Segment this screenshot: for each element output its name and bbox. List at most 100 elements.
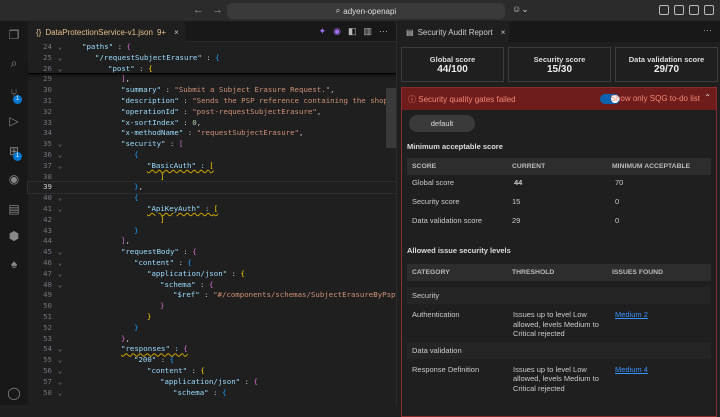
code-line[interactable]: 41 ⌄ "ApiKeyAuth" : [: [28, 204, 396, 215]
command-center-search[interactable]: ⌕ adyen-openapi: [227, 3, 505, 19]
code-line[interactable]: 30 "summary" : "Submit a Subject Erasure …: [28, 85, 396, 96]
line-number: 56: [43, 365, 52, 375]
code-line[interactable]: 31 "description" : "Sends the PSP referen…: [28, 96, 401, 107]
token: ,: [316, 106, 322, 116]
explorer-icon[interactable]: ❐: [7, 28, 21, 42]
more-actions-icon[interactable]: ···: [379, 26, 388, 37]
code-line[interactable]: 25 ⌄ "/requestSubjectErasure" : {: [28, 53, 396, 64]
code-line[interactable]: 29],: [28, 74, 396, 85]
fold-chevron-icon[interactable]: ⌄: [58, 388, 62, 399]
code-line[interactable]: 42]: [28, 215, 396, 226]
fold-chevron-icon[interactable]: ⌄: [58, 366, 62, 377]
tab-label: DataProtectionService-v1.json: [45, 27, 153, 37]
tab-security-audit-report[interactable]: ▤ Security Audit Report ×: [397, 22, 509, 42]
code-line[interactable]: 36 ⌄ {: [28, 150, 396, 161]
issues-link[interactable]: Medium 4: [615, 365, 648, 374]
customize-layout-icon[interactable]: [659, 5, 669, 15]
token: "schema": [160, 279, 196, 289]
fold-chevron-icon[interactable]: ⌄: [58, 150, 62, 161]
code-line[interactable]: 58 ⌄ "schema" : {: [28, 388, 396, 399]
code-text: "paths" : {: [82, 42, 131, 53]
default-button[interactable]: default: [409, 115, 475, 132]
chevron-up-icon[interactable]: ⌃: [704, 93, 711, 102]
code-line[interactable]: 39},: [27, 181, 397, 195]
search-icon[interactable]: ⌕: [7, 56, 21, 70]
code-line[interactable]: 48 ⌄ "schema" : {: [28, 280, 396, 291]
code-line[interactable]: 38]: [28, 172, 396, 183]
github-icon[interactable]: ◉: [7, 172, 21, 186]
fold-chevron-icon[interactable]: ⌄: [58, 139, 62, 150]
toggle-panel-icon[interactable]: [689, 5, 699, 15]
code-line[interactable]: 53},: [28, 334, 396, 345]
code-line[interactable]: 34 "x-methodName" : "requestSubjectErasur…: [28, 128, 396, 139]
code-line[interactable]: 45 ⌄ "requestBody" : {: [28, 247, 396, 258]
code-line[interactable]: 47 ⌄ "application/json" : {: [28, 269, 396, 280]
card-value: 29/70: [653, 64, 680, 75]
token: ,: [125, 333, 130, 343]
fold-chevron-icon[interactable]: ⌄: [58, 355, 62, 366]
code-line[interactable]: 26 ⌄ "post" : {: [28, 64, 396, 75]
fold-chevron-icon[interactable]: ⌄: [58, 204, 62, 215]
code-line[interactable]: 52}: [28, 323, 396, 334]
toggle-sidebar-icon[interactable]: [674, 5, 684, 15]
cell: Issues up to level Low allowed, levels M…: [513, 364, 599, 393]
code-line[interactable]: 57 ⌄ "application/json" : {: [28, 377, 396, 388]
line-number: 33: [43, 117, 52, 127]
api-icon[interactable]: ▤: [7, 202, 21, 216]
fold-chevron-icon[interactable]: ⌄: [58, 64, 62, 75]
editor-scrollbar[interactable]: [386, 88, 396, 148]
code-line[interactable]: 37 ⌄ "BasicAuth" : [: [28, 161, 396, 172]
code-line[interactable]: 46 ⌄ "content" : {: [28, 258, 396, 269]
42crunch-audit-icon[interactable]: ✦: [319, 26, 327, 37]
fold-chevron-icon[interactable]: ⌄: [58, 53, 62, 64]
code-line[interactable]: 44],: [28, 236, 396, 247]
back-button[interactable]: ←: [193, 4, 204, 16]
toggle-secondary-sidebar-icon[interactable]: [704, 5, 714, 15]
run-debug-icon[interactable]: ▷: [7, 114, 21, 128]
mongodb-leaf-icon[interactable]: ♠: [7, 257, 21, 271]
cell: 70: [615, 178, 624, 187]
fold-chevron-icon[interactable]: ⌄: [58, 247, 62, 258]
code-line[interactable]: 32 "operationId" : "post-requestSubjectEr…: [28, 107, 396, 118]
line-number: 53: [43, 333, 52, 343]
token: }: [160, 301, 165, 311]
copilot-icon[interactable]: ☺⌄: [512, 4, 529, 15]
fold-chevron-icon[interactable]: ⌄: [58, 42, 62, 53]
fold-chevron-icon[interactable]: ⌄: [58, 377, 62, 388]
account-icon[interactable]: ◯: [7, 386, 21, 400]
split-editor-icon[interactable]: ▥: [363, 26, 372, 37]
forward-button[interactable]: →: [212, 4, 223, 16]
fold-chevron-icon[interactable]: ⌄: [58, 269, 62, 280]
token: :: [165, 139, 179, 149]
code-line[interactable]: 24 ⌄ "paths" : {: [28, 42, 396, 53]
code-line[interactable]: 43}: [28, 226, 396, 237]
line-number: 40: [43, 193, 52, 203]
code-line[interactable]: 50}: [28, 301, 396, 312]
tab-data-protection-service[interactable]: {} DataProtectionService-v1.json 9+ ×: [28, 22, 185, 42]
code-line[interactable]: 55 ⌄ "200" : {: [28, 355, 396, 366]
code-text: "BasicAuth" : [: [147, 161, 214, 172]
code-line[interactable]: 35 ⌄ "security" : [: [28, 139, 396, 150]
issue-table: CATEGORY THRESHOLD ISSUES FOUND Security A…: [407, 264, 711, 396]
42crunch-icon[interactable]: ⬢: [7, 229, 21, 243]
code-line[interactable]: 54 ⌄ "responses" : {: [28, 344, 396, 355]
preview-icon[interactable]: ◉: [333, 26, 341, 37]
code-line[interactable]: 56 ⌄ "content" : {: [28, 366, 396, 377]
fold-chevron-icon[interactable]: ⌄: [58, 280, 62, 291]
close-tab-icon[interactable]: ×: [501, 28, 506, 37]
token: :: [156, 355, 170, 365]
code-area[interactable]: 24 ⌄ "paths" : {25 ⌄ "/requestSubjectErasure…: [27, 42, 404, 399]
more-actions-icon[interactable]: ···: [703, 25, 712, 35]
close-tab-icon[interactable]: ×: [174, 28, 179, 37]
code-line[interactable]: 49 "$ref" : "#/components/schemas/Subject…: [28, 290, 404, 301]
code-line[interactable]: 51}: [28, 312, 396, 323]
token: "application/json": [160, 376, 241, 386]
code-line[interactable]: 33 "x-sortIndex" : 0,: [28, 118, 396, 129]
open-changes-icon[interactable]: ◧: [348, 26, 357, 37]
issues-link[interactable]: Medium 2: [615, 310, 648, 319]
code-line[interactable]: 40 ⌄ {: [28, 193, 396, 204]
fold-chevron-icon[interactable]: ⌄: [58, 258, 62, 269]
fold-chevron-icon[interactable]: ⌄: [58, 193, 62, 204]
fold-chevron-icon[interactable]: ⌄: [58, 161, 62, 172]
fold-chevron-icon[interactable]: ⌄: [58, 344, 62, 355]
